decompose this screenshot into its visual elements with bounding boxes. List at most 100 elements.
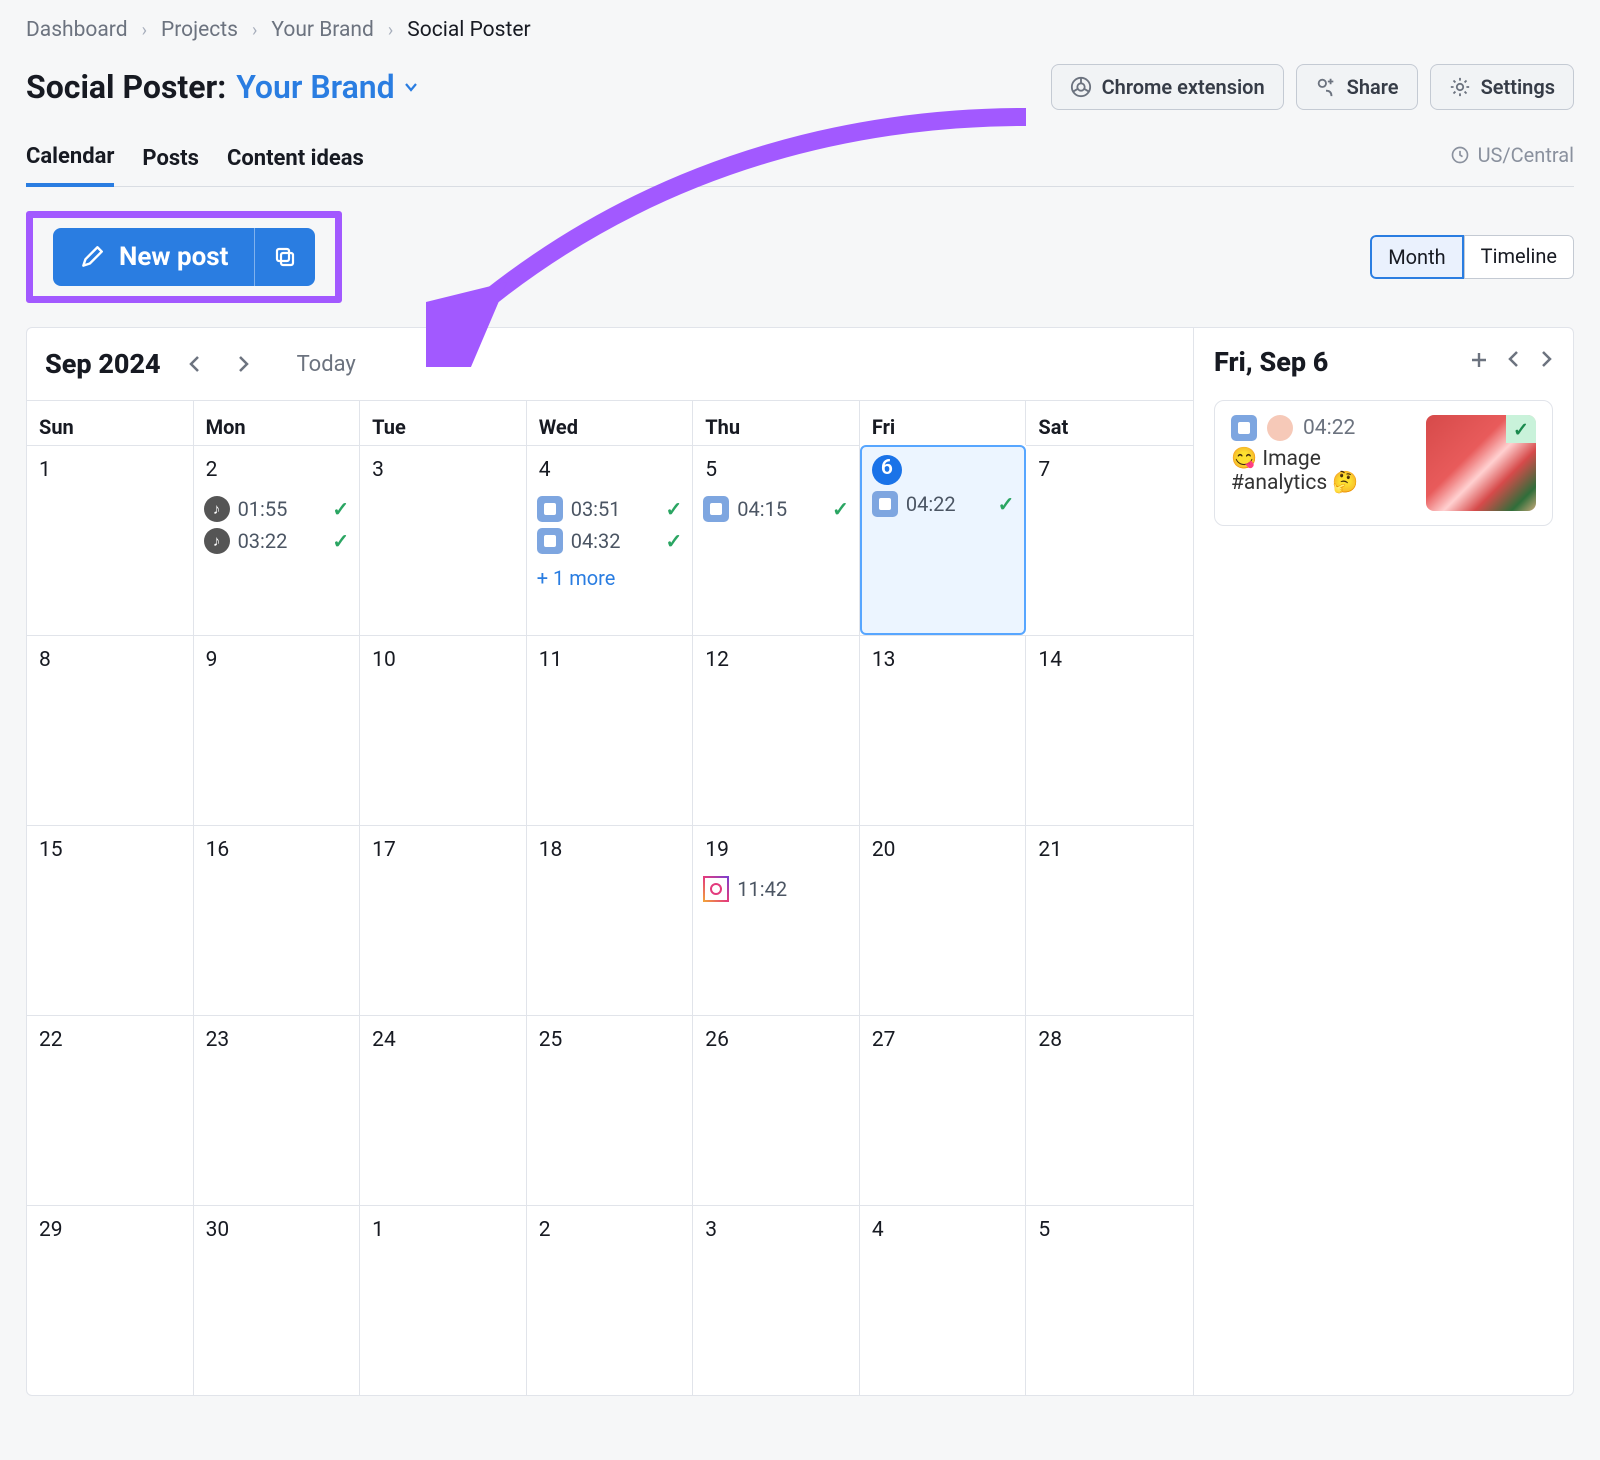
day-number: 3: [370, 454, 516, 490]
calendar-cell[interactable]: 29: [27, 1205, 194, 1395]
calendar-cell[interactable]: 27: [860, 1015, 1027, 1205]
day-number: 4: [537, 454, 683, 490]
chrome-icon: [1070, 76, 1092, 98]
calendar-cell[interactable]: 1: [27, 445, 194, 635]
calendar-cell[interactable]: 3: [360, 445, 527, 635]
day-number: 19: [703, 834, 849, 870]
timezone-indicator[interactable]: US/Central: [1450, 143, 1574, 177]
day-number: 25: [537, 1024, 683, 1060]
calendar-cell[interactable]: 25: [527, 1015, 694, 1205]
calendar-cell[interactable]: 22: [27, 1015, 194, 1205]
calendar-cell[interactable]: 18: [527, 825, 694, 1015]
calendar-cell[interactable]: 9: [194, 635, 361, 825]
clock-icon: [1450, 145, 1470, 165]
calendar-month-title: Sep 2024: [45, 348, 161, 380]
dow-header: Fri: [860, 400, 1027, 445]
new-post-button[interactable]: New post: [53, 228, 315, 286]
pencil-icon: [79, 244, 105, 270]
calendar-cell[interactable]: 5: [1026, 1205, 1193, 1395]
calendar-cell[interactable]: 2: [527, 1205, 694, 1395]
calendar-cell[interactable]: 26: [693, 1015, 860, 1205]
copy-icon: [273, 245, 297, 269]
next-month-button[interactable]: [229, 350, 257, 378]
day-number: 4: [870, 1214, 1016, 1250]
calendar-cell[interactable]: 3: [693, 1205, 860, 1395]
day-number: 28: [1036, 1024, 1183, 1060]
calendar-event[interactable]: 04:32✓: [537, 528, 683, 554]
dow-header: Thu: [693, 400, 860, 445]
day-number: 30: [204, 1214, 350, 1250]
breadcrumb-item[interactable]: Dashboard: [26, 18, 128, 42]
view-month-button[interactable]: Month: [1370, 235, 1463, 279]
settings-button[interactable]: Settings: [1430, 64, 1574, 110]
calendar-cell[interactable]: 4: [860, 1205, 1027, 1395]
calendar-cell[interactable]: 504:15✓: [693, 445, 860, 635]
tab-content-ideas[interactable]: Content ideas: [227, 136, 364, 185]
calendar-grid: 12♪01:55✓♪03:22✓3403:51✓04:32✓+ 1 more50…: [27, 445, 1193, 1395]
day-number: 17: [370, 834, 516, 870]
prev-month-button[interactable]: [181, 350, 209, 378]
post-card[interactable]: 04:22 😋 Image #analytics 🤔 ✓: [1214, 400, 1553, 526]
chevron-right-icon: ›: [252, 20, 257, 41]
gear-icon: [1449, 76, 1471, 98]
calendar-event[interactable]: 11:42: [703, 876, 849, 902]
calendar-cell[interactable]: 17: [360, 825, 527, 1015]
calendar-cell[interactable]: 11: [527, 635, 694, 825]
calendar-cell[interactable]: 604:22✓: [860, 445, 1027, 635]
calendar-cell[interactable]: 28: [1026, 1015, 1193, 1205]
calendar-event[interactable]: 03:51✓: [537, 496, 683, 522]
gmb-icon: [537, 528, 563, 554]
calendar-cell[interactable]: 12: [693, 635, 860, 825]
new-post-split-button[interactable]: [254, 228, 315, 286]
post-thumbnail: ✓: [1426, 415, 1536, 511]
share-button[interactable]: Share: [1296, 64, 1418, 110]
calendar-cell[interactable]: 24: [360, 1015, 527, 1205]
calendar-event[interactable]: ♪01:55✓: [204, 496, 350, 522]
calendar: Sep 2024 Today Sun Mon Tue Wed Thu Fri S…: [27, 328, 1193, 1395]
calendar-cell[interactable]: 8: [27, 635, 194, 825]
calendar-cell[interactable]: 14: [1026, 635, 1193, 825]
calendar-cell[interactable]: 30: [194, 1205, 361, 1395]
calendar-cell[interactable]: 1: [360, 1205, 527, 1395]
calendar-cell[interactable]: 10: [360, 635, 527, 825]
day-number: 5: [1036, 1214, 1183, 1250]
day-number: 27: [870, 1024, 1016, 1060]
tab-calendar[interactable]: Calendar: [26, 134, 114, 187]
chrome-extension-button[interactable]: Chrome extension: [1051, 64, 1284, 110]
sidebar-prev-day-button[interactable]: [1507, 350, 1521, 375]
check-icon: ✓: [332, 497, 349, 521]
day-number: 18: [537, 834, 683, 870]
calendar-cell[interactable]: 16: [194, 825, 361, 1015]
post-time: 04:22: [1303, 416, 1355, 440]
calendar-cell[interactable]: 19 11:42: [693, 825, 860, 1015]
page-title: Social Poster: Your Brand: [26, 68, 419, 106]
check-icon: ✓: [666, 529, 683, 553]
gmb-icon: [537, 496, 563, 522]
post-text: 😋 Image #analytics 🤔: [1231, 447, 1412, 495]
calendar-cell[interactable]: 4 03:51✓ 04:32✓ + 1 more: [527, 445, 694, 635]
today-button[interactable]: Today: [297, 352, 356, 377]
sidebar-next-day-button[interactable]: [1539, 350, 1553, 375]
tab-posts[interactable]: Posts: [142, 136, 199, 185]
day-number: 10: [370, 644, 516, 680]
brand-dropdown[interactable]: Your Brand: [236, 68, 418, 106]
gmb-icon: [703, 496, 729, 522]
calendar-event[interactable]: 04:15✓: [703, 496, 849, 522]
calendar-cell[interactable]: 21: [1026, 825, 1193, 1015]
tiktok-icon: ♪: [204, 528, 230, 554]
more-events-link[interactable]: + 1 more: [537, 560, 683, 590]
calendar-cell[interactable]: 20: [860, 825, 1027, 1015]
calendar-cell[interactable]: 7: [1026, 445, 1193, 635]
breadcrumb-item[interactable]: Your Brand: [271, 18, 373, 42]
calendar-cell[interactable]: 2 ♪01:55✓ ♪03:22✓: [194, 445, 361, 635]
calendar-cell[interactable]: 15: [27, 825, 194, 1015]
breadcrumb-item[interactable]: Projects: [161, 18, 238, 42]
calendar-cell[interactable]: 13: [860, 635, 1027, 825]
calendar-cell[interactable]: 23: [194, 1015, 361, 1205]
calendar-event[interactable]: 04:22✓: [872, 491, 1015, 517]
calendar-event[interactable]: ♪03:22✓: [204, 528, 350, 554]
add-post-button[interactable]: [1469, 350, 1489, 375]
day-number: 14: [1036, 644, 1183, 680]
day-number: 2: [204, 454, 350, 490]
view-timeline-button[interactable]: Timeline: [1464, 235, 1574, 279]
